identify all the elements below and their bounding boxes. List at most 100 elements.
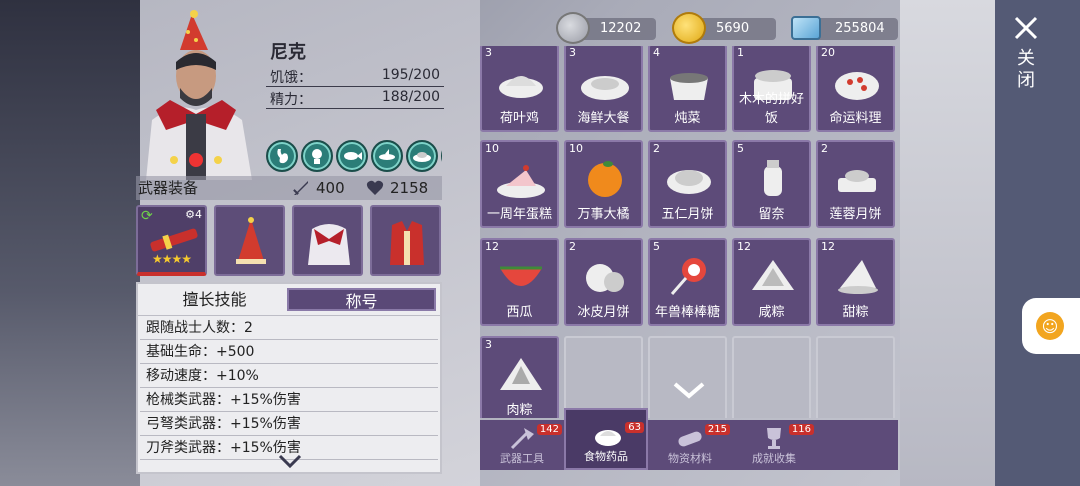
item-cell[interactable]: 2 冰皮月饼 <box>564 238 643 326</box>
tangerine-icon <box>588 161 622 197</box>
equip-slot-vest[interactable] <box>370 205 441 276</box>
lollipop-icon <box>670 258 706 295</box>
item-cell[interactable]: 3 肉粽 <box>480 336 559 418</box>
plate-buff-icon[interactable] <box>406 140 438 172</box>
item-cell[interactable]: 5 年兽棒棒糖 <box>648 238 727 326</box>
background-scene-right <box>900 0 995 486</box>
close-label[interactable]: 关闭 <box>1016 48 1036 92</box>
sweet-zongzi-icon <box>838 260 878 294</box>
silver-coin-stack-icon <box>556 12 590 44</box>
tab-badge: 142 <box>536 424 562 435</box>
photo-ticket-icon <box>791 16 821 40</box>
extra-buff-icon[interactable] <box>441 140 442 172</box>
equip-slot-hat[interactable] <box>214 205 285 276</box>
item-name: 年兽棒棒糖 <box>654 305 720 320</box>
tab-achievements[interactable]: 116 成就收集 <box>732 420 816 470</box>
item-cell[interactable]: 10 一周年蛋糕 <box>480 140 559 228</box>
silver-currency: 12202 <box>556 12 656 44</box>
item-cell[interactable]: 3 海鲜大餐 <box>564 46 643 132</box>
inventory-grid: 3 荷叶鸡 3 海鲜大餐 4 炖菜 1 木木的拼好饭 20 命运料理 10 一周… <box>480 46 898 418</box>
close-icon[interactable] <box>1014 16 1038 40</box>
firecracker-launcher-icon <box>150 228 198 252</box>
energy-value: 188/200 <box>381 89 440 105</box>
snowskin-mooncake-icon <box>586 264 624 292</box>
item-name: 甜粽 <box>842 305 869 320</box>
lotus-mooncake-icon <box>838 170 876 192</box>
item-name: 命运料理 <box>829 111 882 126</box>
item-cell[interactable]: 1 木木的拼好饭 <box>732 46 811 132</box>
tab-label: 物资材料 <box>668 452 712 465</box>
buff-row <box>266 140 442 172</box>
background-scene-left <box>0 0 140 486</box>
stomach-buff-icon[interactable] <box>266 140 298 172</box>
tab-titles[interactable]: 称号 <box>287 288 436 311</box>
refresh-icon: ⟳ <box>141 208 153 224</box>
item-name: 五仁月饼 <box>661 207 714 222</box>
item-name: 咸粽 <box>758 305 785 320</box>
fish-buff-icon[interactable] <box>336 140 368 172</box>
category-tabs: 142 武器工具 63 食物药品 215 物资材料 116 成就收集 <box>480 408 898 470</box>
item-count: 12 <box>485 240 499 253</box>
item-name: 冰皮月饼 <box>577 305 630 320</box>
tab-badge: 116 <box>788 424 814 435</box>
item-cell[interactable]: 2 五仁月饼 <box>648 140 727 228</box>
empty-item-cell[interactable] <box>816 336 895 418</box>
smiley-coin-icon <box>672 12 706 44</box>
scroll-down-chevron-icon[interactable] <box>672 380 706 400</box>
mooncake-icon <box>667 170 711 194</box>
attack-value: 400 <box>316 179 345 197</box>
item-cell[interactable]: 20 命运料理 <box>816 46 895 132</box>
empty-item-cell[interactable] <box>564 336 643 418</box>
equip-slot-weapon[interactable]: ⟳ ⚙4 ★★★★ <box>136 205 207 276</box>
item-cell[interactable]: 12 甜粽 <box>816 238 895 326</box>
item-name: 莲蓉月饼 <box>829 207 882 222</box>
item-count: 10 <box>569 142 583 155</box>
item-name: 西瓜 <box>506 305 533 320</box>
silver-value: 12202 <box>600 21 642 36</box>
character-portrait[interactable] <box>136 10 262 180</box>
item-cell[interactable]: 2 莲蓉月饼 <box>816 140 895 228</box>
item-count: 12 <box>821 240 835 253</box>
skills-panel: 擅长技能 称号 跟随战士人数：2 基础生命：+500 移动速度：+10% 枪械类… <box>136 282 442 474</box>
item-cell[interactable]: 12 西瓜 <box>480 238 559 326</box>
item-cell[interactable]: 3 荷叶鸡 <box>480 46 559 132</box>
milk-bottle-icon <box>764 160 782 196</box>
tab-weapons-tools[interactable]: 142 武器工具 <box>480 420 564 470</box>
empty-item-cell[interactable] <box>648 336 727 418</box>
hunger-label: 饥饿： <box>270 70 312 86</box>
ticket-value: 255804 <box>835 21 885 36</box>
item-cell[interactable]: 5 留奈 <box>732 140 811 228</box>
brain-buff-icon[interactable] <box>301 140 333 172</box>
side-panel <box>995 0 1080 486</box>
character-name: 尼克 <box>270 42 306 63</box>
item-count: 2 <box>569 240 576 253</box>
sword-icon <box>293 181 308 195</box>
equip-slot-coat[interactable] <box>292 205 363 276</box>
tab-label: 食物药品 <box>584 450 628 463</box>
item-name: 万事大橘 <box>577 207 630 222</box>
shark-buff-icon[interactable] <box>371 140 403 172</box>
tab-label: 成就收集 <box>752 452 796 465</box>
item-cell[interactable]: 4 炖菜 <box>648 46 727 132</box>
weapon-equipment-label: 武器装备 <box>138 179 199 197</box>
anniversary-cake-icon <box>497 165 545 198</box>
item-cell[interactable]: 10 万事大橘 <box>564 140 643 228</box>
tab-food-medicine[interactable]: 63 食物药品 <box>564 408 648 470</box>
chevron-down-icon[interactable] <box>278 454 302 468</box>
rarity-stars: ★★★★ <box>152 252 192 266</box>
ticket-currency: 255804 <box>791 16 898 40</box>
item-count: 10 <box>485 142 499 155</box>
item-cell[interactable]: 12 咸粽 <box>732 238 811 326</box>
item-name: 留奈 <box>758 207 785 222</box>
seafood-platter-icon <box>581 76 629 100</box>
tab-materials[interactable]: 215 物资材料 <box>648 420 732 470</box>
skill-line: 弓弩类武器：+15%伤害 <box>140 412 438 436</box>
skill-line: 基础生命：+500 <box>140 340 438 364</box>
tab-skills[interactable]: 擅长技能 <box>142 288 287 311</box>
skill-line: 跟随战士人数：2 <box>140 316 438 340</box>
floating-assist-button[interactable]: ☺ <box>1022 298 1080 354</box>
item-count: 3 <box>485 46 492 59</box>
accessibility-icon: ☺ <box>1036 312 1064 340</box>
empty-item-cell[interactable] <box>732 336 811 418</box>
meat-zongzi-icon <box>500 358 542 390</box>
